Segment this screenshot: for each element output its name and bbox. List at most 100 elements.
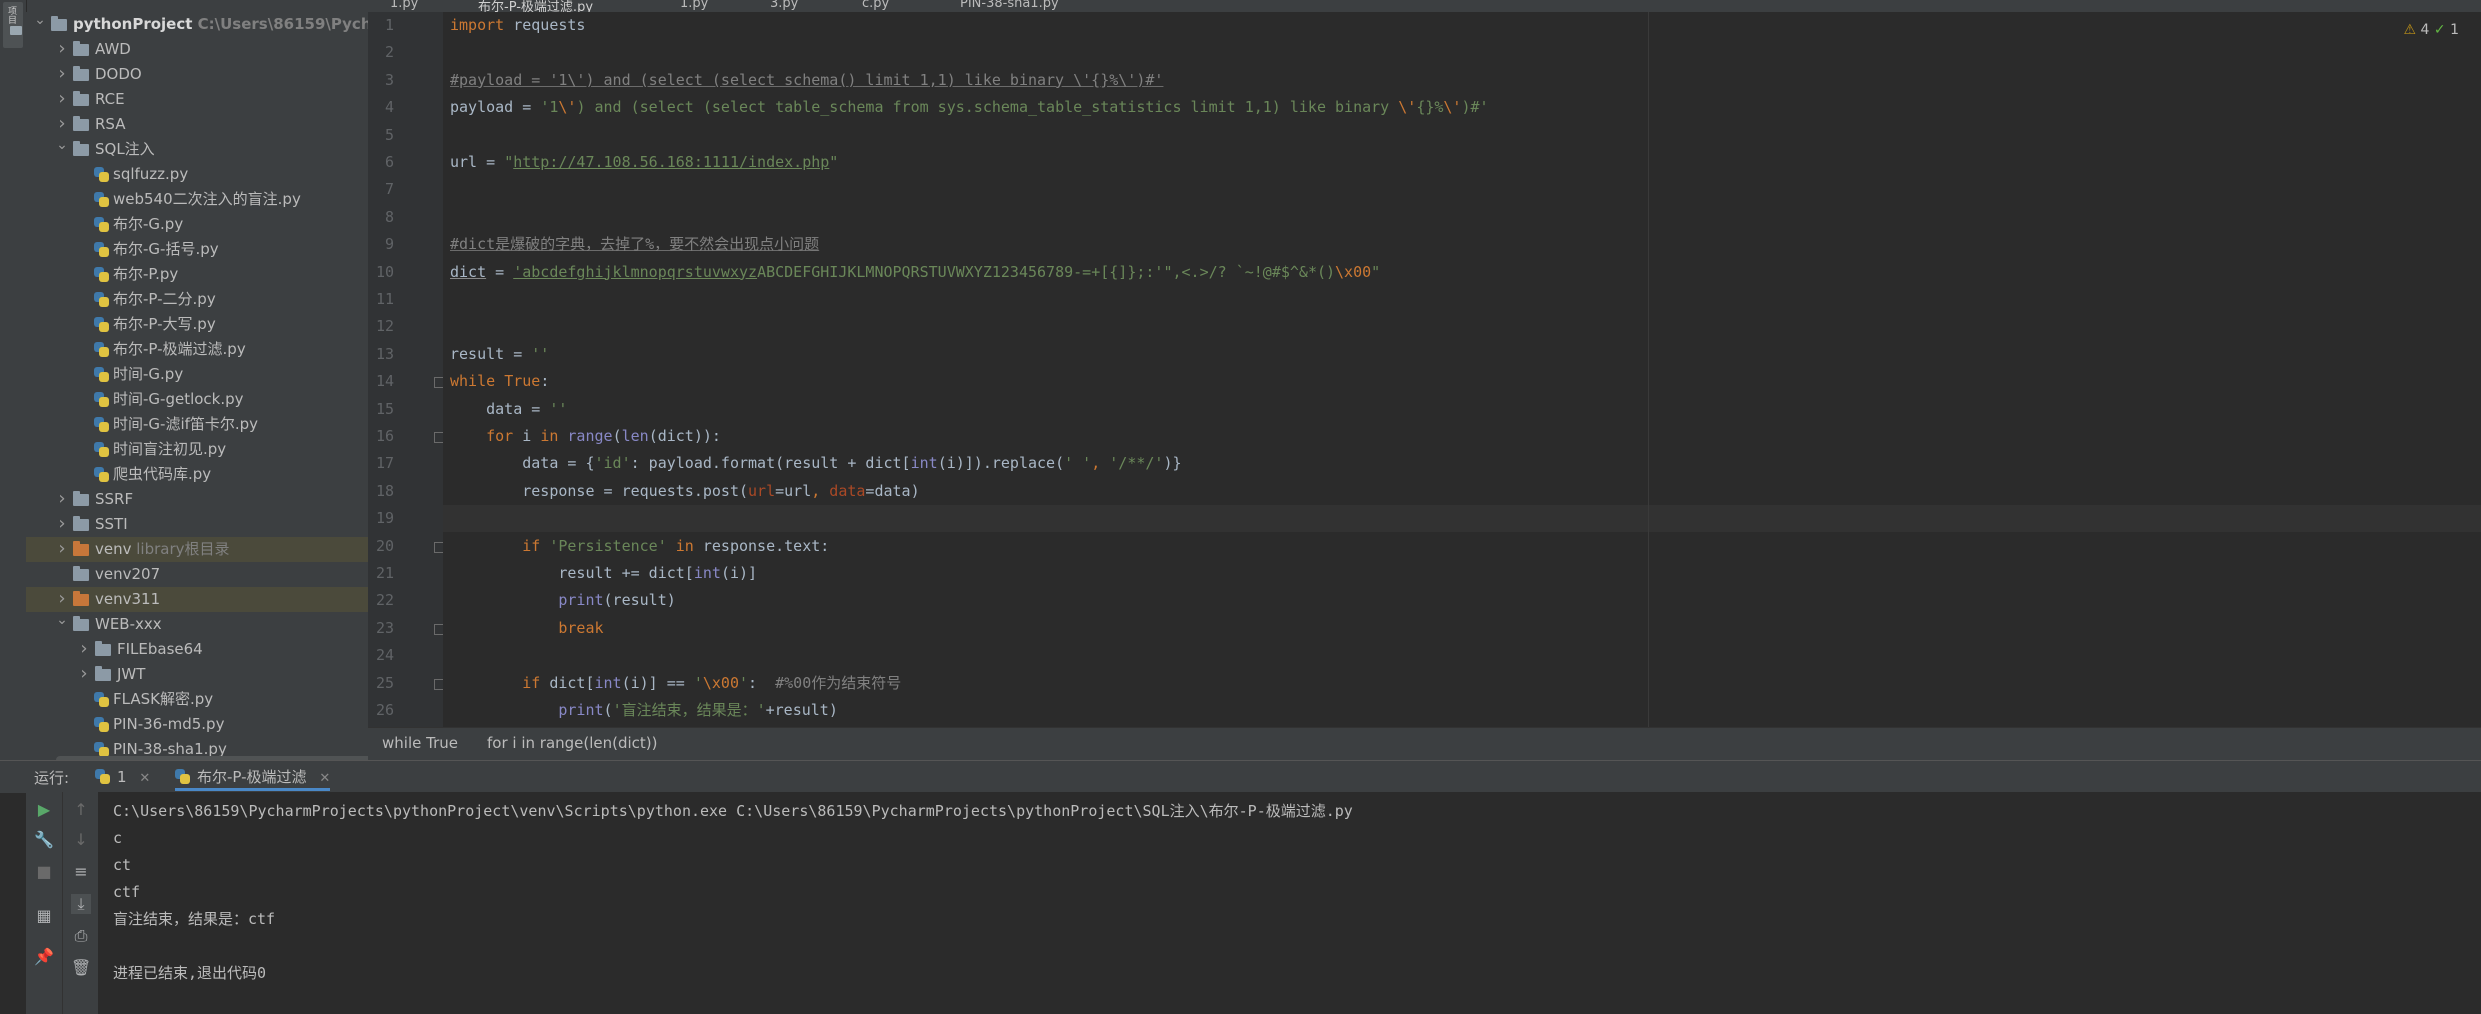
editor-tab[interactable]: PIN-38-sha1.py [960, 0, 1059, 11]
tree-folder[interactable]: › AWD [26, 37, 368, 62]
code-line[interactable]: if dict[int(i)] == '\x00': #%00作为结束符号 [450, 670, 901, 697]
tree-folder[interactable]: › SSRF [26, 487, 368, 512]
code-line[interactable]: result = '' [450, 341, 549, 368]
tree-file[interactable]: 时间-G-滤if笛卡尔.py [26, 412, 368, 437]
code-line[interactable]: import requests [450, 12, 585, 39]
tree-folder[interactable]: ⌄ WEB-xxx [26, 612, 368, 637]
tree-file[interactable]: 时间-G-getlock.py [26, 387, 368, 412]
tree-file[interactable]: FLASK解密.py [26, 687, 368, 712]
tree-folder[interactable]: › venv library根目录 [26, 537, 368, 562]
tree-item-label: 爬虫代码库.py [113, 465, 212, 483]
run-tab[interactable]: 1 ✕ [95, 764, 150, 790]
tree-folder[interactable]: › FILEbase64 [26, 637, 368, 662]
code-line[interactable]: payload = '1\') and (select (select tabl… [450, 94, 1489, 121]
tree-file[interactable]: 时间盲注初见.py [26, 437, 368, 462]
line-number: 16 [375, 427, 394, 445]
tree-folder[interactable]: venv207 [26, 562, 368, 587]
chevron-right-icon[interactable]: › [54, 486, 70, 511]
tree-file[interactable]: PIN-36-md5.py [26, 712, 368, 737]
inspection-widget[interactable]: ⚠ 4 ✓ 1 [2404, 22, 2460, 38]
project-tool-button[interactable]: 项目 [3, 2, 23, 48]
tree-file[interactable]: web540二次注入的盲注.py [26, 187, 368, 212]
tree-item-label: PIN-36-md5.py [113, 715, 225, 733]
folder-icon [73, 566, 89, 581]
code-line[interactable]: response = requests.post(url=url, data=d… [450, 478, 919, 505]
scroll-to-end-icon[interactable]: ⤓ [71, 894, 91, 914]
chevron-right-icon[interactable]: › [54, 36, 70, 61]
code-line[interactable]: break [450, 615, 603, 642]
tree-folder[interactable]: › SSTI [26, 512, 368, 537]
line-number: 5 [384, 125, 394, 144]
breadcrumb: while True for i in range(len(dict)) [368, 727, 2481, 760]
tree-file[interactable]: 布尔-G.py [26, 212, 368, 237]
rerun-icon[interactable]: ▶ [34, 800, 54, 820]
arrow-down-icon[interactable]: ↓ [71, 830, 91, 850]
tree-folder[interactable]: ⌄ SQL注入 [26, 137, 368, 162]
tree-item-label: SSTI [95, 515, 128, 533]
run-console[interactable]: C:\Users\86159\PycharmProjects\pythonPro… [98, 792, 2481, 1014]
layout-icon[interactable]: ▦ [34, 906, 54, 926]
code-line[interactable]: url = "http://47.108.56.168:1111/index.p… [450, 149, 838, 176]
tree-folder[interactable]: › venv311 [26, 587, 368, 612]
code-line[interactable]: result += dict[int(i)] [450, 560, 757, 587]
chevron-right-icon[interactable]: › [54, 511, 70, 536]
trash-icon[interactable]: 🗑 [71, 958, 91, 978]
tree-file[interactable]: 布尔-P-二分.py [26, 287, 368, 312]
stop-icon[interactable]: ■ [34, 862, 54, 882]
code-line[interactable]: data = {'id': payload.format(result + di… [450, 450, 1181, 477]
line-number: 23 [375, 618, 394, 637]
tree-folder[interactable]: › DODO [26, 62, 368, 87]
code-line[interactable]: print(result) [450, 587, 675, 614]
tree-file[interactable]: sqlfuzz.py [26, 162, 368, 187]
breadcrumb-item[interactable]: for i in range(len(dict)) [487, 728, 658, 758]
soft-wrap-icon[interactable]: ≡ [71, 862, 91, 882]
warning-count: 4 [2420, 22, 2430, 38]
code-line[interactable]: while True: [450, 368, 549, 395]
run-tab-active[interactable]: 布尔-P-极端过滤 ✕ [175, 764, 331, 791]
tree-file[interactable]: 布尔-P-极端过滤.py [26, 337, 368, 362]
close-icon[interactable]: ✕ [139, 771, 150, 786]
pin-icon[interactable]: 📌 [34, 947, 54, 967]
python-file-icon [94, 392, 109, 407]
wrench-icon[interactable]: 🔧 [34, 830, 54, 850]
tree-file[interactable]: 时间-G.py [26, 362, 368, 387]
tree-file[interactable]: 爬虫代码库.py [26, 462, 368, 487]
code-line[interactable]: if 'Persistence' in response.text: [450, 533, 829, 560]
python-file-icon [94, 467, 109, 482]
tree-folder[interactable]: › RCE [26, 87, 368, 112]
code-line[interactable]: dict = 'abcdefghijklmnopqrstuvwxyzABCDEF… [450, 259, 1380, 286]
chevron-right-icon[interactable]: › [54, 536, 70, 561]
editor-tab[interactable]: c.py [862, 0, 889, 11]
code-line[interactable]: print('盲注结束，结果是：'+result) [450, 697, 838, 724]
tree-item-label: 布尔-G-括号.py [113, 240, 219, 258]
python-file-icon [94, 267, 109, 282]
chevron-right-icon[interactable]: › [76, 636, 92, 661]
tree-file[interactable]: 布尔-G-括号.py [26, 237, 368, 262]
tree-file[interactable]: 布尔-P.py [26, 262, 368, 287]
code-line[interactable]: for i in range(len(dict)): [450, 423, 721, 450]
tree-folder[interactable]: › RSA [26, 112, 368, 137]
print-icon[interactable]: ⎙ [71, 926, 91, 946]
breadcrumb-item[interactable]: while True [382, 728, 458, 758]
warning-icon: ⚠ [2403, 22, 2417, 38]
tree-folder[interactable]: ⌄ pythonProject C:\Users\86159\PycharmPro… [26, 12, 368, 37]
code-editor[interactable]: ⚠ 4 ✓ 1 import requests #payload = '1\') … [443, 12, 2481, 727]
arrow-up-icon[interactable]: ↑ [71, 800, 91, 820]
chevron-down-icon[interactable]: ⌄ [32, 12, 48, 33]
editor-tab[interactable]: 3.py [770, 0, 798, 11]
tree-file[interactable]: 布尔-P-大写.py [26, 312, 368, 337]
code-line[interactable]: #payload = '1\') and (select (select sch… [450, 67, 1163, 94]
line-number: 10 [375, 262, 394, 281]
code-line[interactable]: #dict是爆破的字典，去掉了%，要不然会出现点小问题 [450, 231, 819, 258]
code-line[interactable]: data = '' [450, 396, 567, 423]
editor-tab[interactable]: 1.py [680, 0, 708, 11]
chevron-right-icon[interactable]: › [54, 86, 70, 111]
chevron-right-icon[interactable]: › [54, 61, 70, 86]
chevron-right-icon[interactable]: › [76, 661, 92, 686]
editor-tab[interactable]: 1.py [390, 0, 418, 11]
python-file-icon [94, 167, 109, 182]
chevron-down-icon[interactable]: ⌄ [54, 608, 70, 633]
chevron-down-icon[interactable]: ⌄ [54, 133, 70, 158]
tree-folder[interactable]: › JWT [26, 662, 368, 687]
close-icon[interactable]: ✕ [319, 771, 330, 786]
